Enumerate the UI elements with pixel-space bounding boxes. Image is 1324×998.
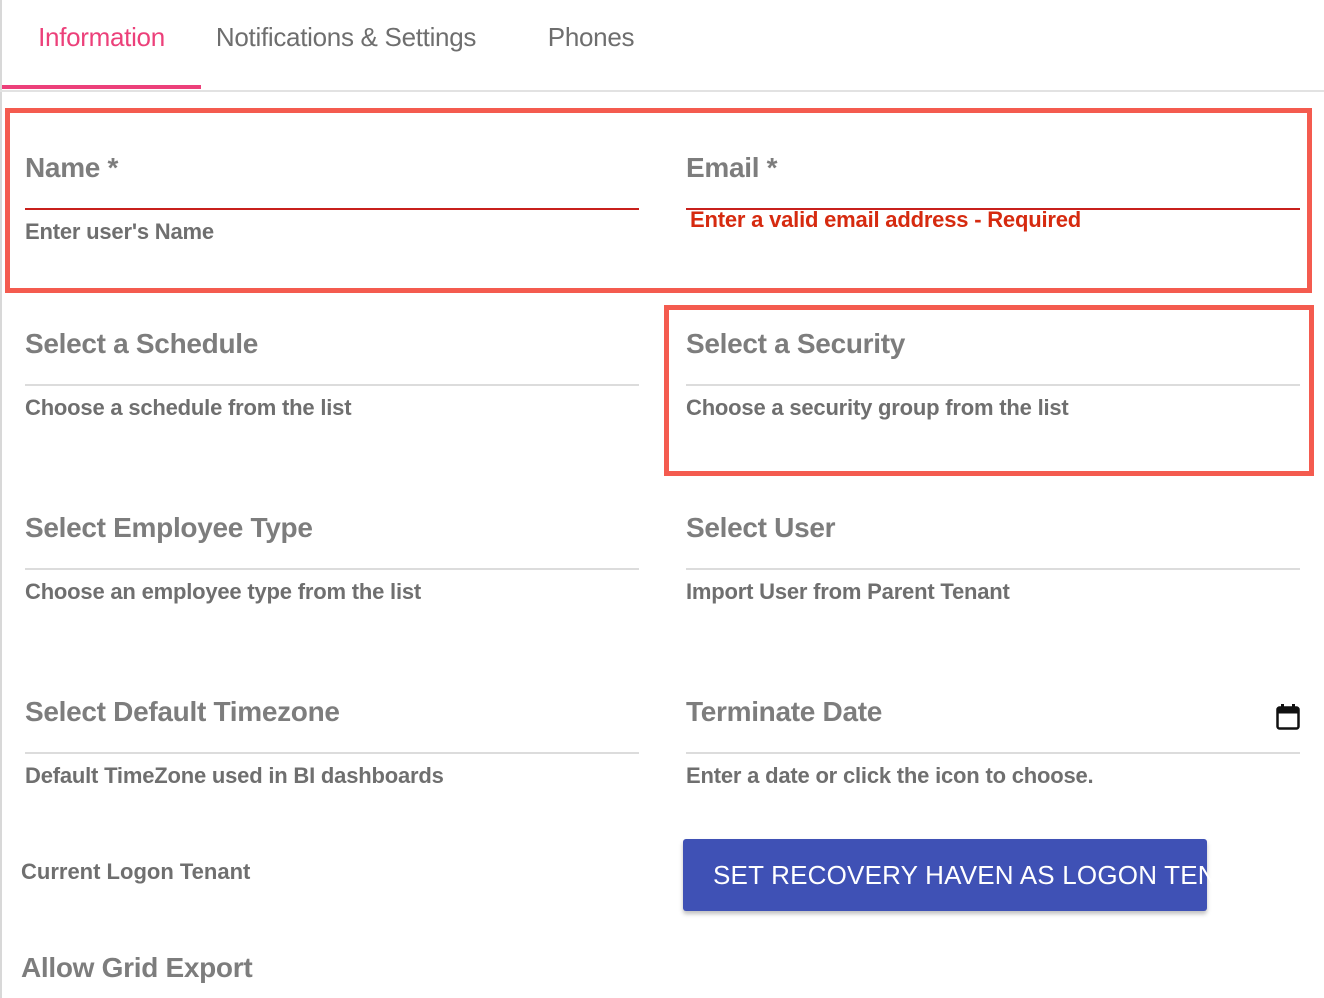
set-logon-tenant-button-label: SET RECOVERY HAVEN AS LOGON TENANT (713, 859, 1270, 890)
employee-type-label: Select Employee Type (25, 512, 313, 543)
timezone-underline (25, 752, 639, 754)
user-form-page: Information Notifications & Settings Pho… (0, 0, 1324, 998)
name-underline (25, 208, 639, 210)
security-underline (686, 384, 1300, 386)
name-input[interactable] (25, 162, 589, 208)
email-input[interactable] (686, 162, 1250, 208)
tab-phones-label: Phones (547, 22, 635, 52)
set-logon-tenant-button[interactable]: SET RECOVERY HAVEN AS LOGON TENANT (683, 839, 1269, 911)
security-hint: Choose a security group from the list (686, 395, 1069, 420)
schedule-hint: Choose a schedule from the list (25, 395, 352, 420)
security-label: Select a Security (686, 328, 906, 359)
email-error-hint: Enter a valid email address - Required (690, 207, 1081, 232)
name-hint: Enter user's Name (25, 219, 214, 244)
tab-information[interactable]: Information (2, 0, 201, 88)
user-underline (686, 568, 1300, 570)
employee-type-underline (25, 568, 639, 570)
current-logon-tenant-label: Current Logon Tenant (21, 859, 251, 884)
left-border (0, 0, 2, 998)
user-hint: Import User from Parent Tenant (686, 579, 1010, 604)
timezone-label: Select Default Timezone (25, 696, 340, 727)
tab-information-label: Information (38, 22, 165, 52)
tab-bar: Information Notifications & Settings Pho… (0, 0, 1324, 92)
calendar-icon[interactable] (1276, 704, 1300, 730)
terminate-date-label: Terminate Date (686, 696, 883, 727)
schedule-label: Select a Schedule (25, 328, 259, 359)
employee-type-hint: Choose an employee type from the list (25, 579, 422, 604)
active-tab-indicator (2, 85, 201, 89)
terminate-date-underline (686, 752, 1300, 754)
tab-phones[interactable]: Phones (491, 0, 691, 88)
tab-notifications-settings-label: Notifications & Settings (215, 22, 477, 52)
terminate-date-hint: Enter a date or click the icon to choose… (686, 763, 1094, 788)
timezone-hint: Default TimeZone used in BI dashboards (25, 763, 444, 788)
user-label: Select User (686, 512, 836, 543)
schedule-underline (25, 384, 639, 386)
tab-notifications-settings[interactable]: Notifications & Settings (201, 0, 491, 88)
allow-grid-export-label: Allow Grid Export (21, 952, 253, 983)
